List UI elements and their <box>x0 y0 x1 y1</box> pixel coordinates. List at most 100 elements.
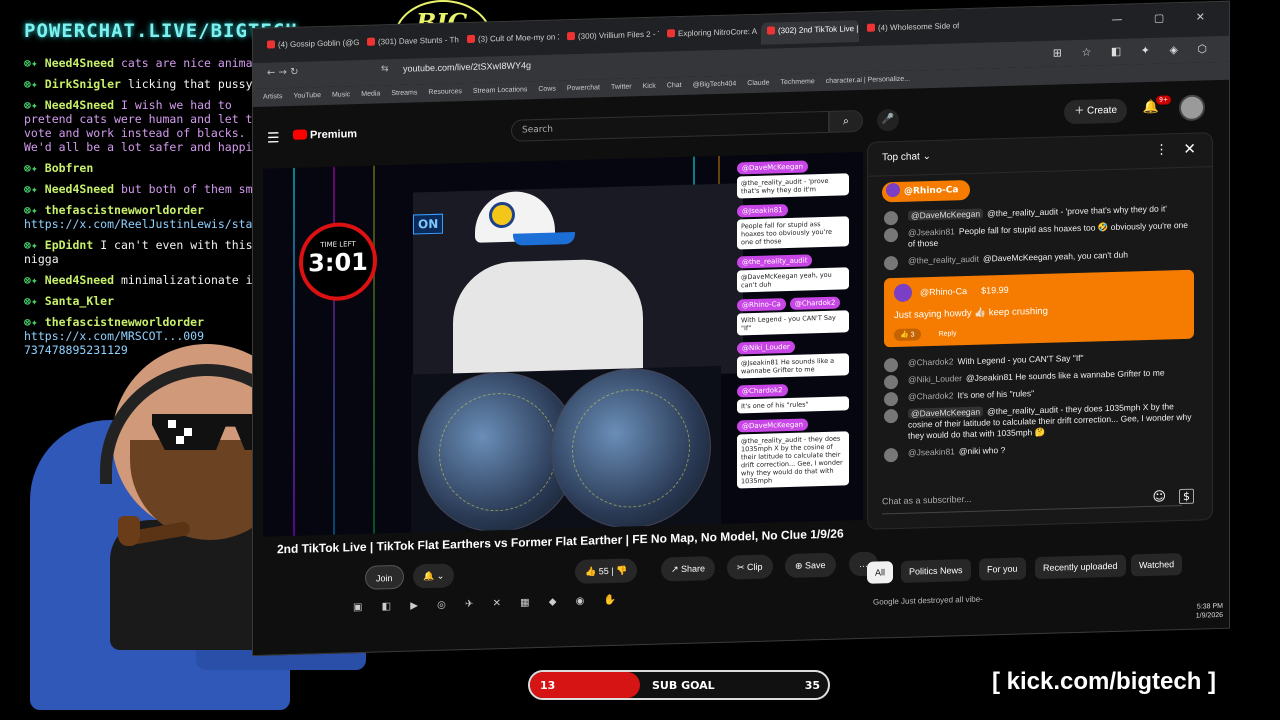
overlay-chat: ⊗✦ Need4Sneed cats are nice animals ⊗✦ Di… <box>24 56 412 364</box>
avatar[interactable] <box>884 447 898 463</box>
tab-label: (302) 2nd TikTok Live | TikT <box>778 24 859 36</box>
chat-author[interactable]: @DaveMcKeegan <box>908 208 984 221</box>
url-field[interactable]: youtube.com/live/2tSXwI8WY4g <box>403 60 531 74</box>
bookmark-item[interactable]: Powerchat <box>567 84 600 92</box>
bookmark-item[interactable]: Twitter <box>611 83 632 91</box>
video-player[interactable]: TIME LEFT 3:01 ON @DaveMcKeegan @the_real… <box>263 151 863 537</box>
top-chat-dropdown[interactable]: Top chat ⌄ <box>882 151 931 163</box>
bookmark-item[interactable]: Kick <box>643 83 656 90</box>
menu-icon[interactable]: ☰ <box>267 130 280 146</box>
close-icon[interactable]: ✕ <box>1183 140 1196 158</box>
extension-icons[interactable]: ⊞ ☆ ◧ ✦ ◈ ⬡ <box>1053 42 1215 60</box>
overlay-chat-text: licking that pussy <box>127 77 253 91</box>
bookmark-item[interactable]: Claude <box>747 80 769 88</box>
clip-button[interactable]: ✂ Clip <box>727 554 773 580</box>
avatar[interactable] <box>884 408 898 424</box>
create-button[interactable]: ＋ Create <box>1064 98 1127 125</box>
chat-author[interactable]: @Chardok2 <box>908 356 953 367</box>
video-chat-user: @Niki_Louder <box>737 340 795 355</box>
sub-goal-label: SUB GOAL <box>652 679 715 692</box>
chat-author[interactable]: @Chardok2 <box>908 390 953 401</box>
overlay-chat-user: EpDidnt <box>44 238 94 252</box>
like-button[interactable]: 👍 55 | 👎 <box>575 558 638 584</box>
filter-chip[interactable]: For you <box>979 557 1026 581</box>
bookmark-item[interactable]: Resources <box>428 88 461 96</box>
browser-tab[interactable]: (302) 2nd TikTok Live | TikT <box>761 20 859 45</box>
search-icon[interactable]: ⌕ <box>829 109 863 133</box>
super-chat-icon[interactable]: $ <box>1179 488 1194 505</box>
browser-tab[interactable]: (3) Cult of Moe-my on X: "PRLIAR <box>461 28 559 53</box>
notify-bell-icon[interactable]: 🔔 ⌄ <box>413 563 455 589</box>
filter-chip[interactable]: Politics News <box>901 558 971 583</box>
chat-author[interactable]: @Niki_Louder <box>908 373 962 385</box>
avatar[interactable] <box>884 391 898 407</box>
bookmark-item[interactable]: YouTube <box>293 92 321 100</box>
filter-chip[interactable]: All <box>867 561 894 584</box>
pinned-supporter[interactable]: @Rhino-Ca <box>882 179 971 203</box>
video-chat-text: @the_reality_audit - 'prove that's why t… <box>737 173 849 199</box>
avatar[interactable] <box>884 227 898 243</box>
chat-input[interactable]: Chat as a subscriber... <box>882 484 1182 515</box>
search-input[interactable]: Search <box>511 110 829 142</box>
chat-message-list[interactable]: @DaveMcKeegan @the_reality_audit - 'prove… <box>868 199 1212 477</box>
bookmark-item[interactable]: Music <box>332 91 350 99</box>
overlay-chat-message: ⊗✦ Bobfren <box>24 161 274 175</box>
bookmark-item[interactable]: character.ai | Personalize... <box>826 76 910 85</box>
browser-tab[interactable]: (4) Wholesome Side of X on X: "I <box>861 17 959 42</box>
share-button[interactable]: ↗ Share <box>661 556 716 582</box>
browser-tab[interactable]: Exploring NitroCore: A Century of <box>661 23 759 48</box>
superchat-text: Just saying howdy 👍🏻 keep crushing <box>894 305 1048 322</box>
bookmark-item[interactable]: Chat <box>667 82 682 89</box>
bookmark-item[interactable]: Stream Locations <box>473 86 527 95</box>
browser-tab[interactable]: (301) Dave Stunts - The Cup (Off <box>361 31 459 56</box>
nav-arrows-icon[interactable]: ← → ↻ <box>267 67 299 79</box>
tab-favicon-icon <box>467 34 475 43</box>
next-video-title[interactable]: Google Just destroyed all vibe- <box>873 595 983 607</box>
avatar[interactable] <box>884 357 898 373</box>
video-chat-text: @Jseakin81 He sounds like a wannabe Grif… <box>737 353 849 379</box>
streamer-hoodie <box>453 258 643 384</box>
bookmark-item[interactable]: Media <box>361 90 380 98</box>
window-controls[interactable]: — ▢ ✕ <box>1111 10 1219 26</box>
join-button[interactable]: Join <box>365 564 404 590</box>
live-chat-panel: Top chat ⌄ ⋮ ✕ @Rhino-Ca @DaveMcKeegan @t… <box>867 132 1213 530</box>
overlay-chat-user: DirkSnigler <box>44 77 121 91</box>
more-vert-icon[interactable]: ⋮ <box>1155 142 1168 157</box>
filter-chip[interactable]: Watched <box>1131 553 1183 577</box>
badge-icons: ⊗✦ <box>24 238 45 252</box>
superchat-message: @Rhino-Ca $19.99 Just saying howdy 👍🏻 ke… <box>884 269 1194 348</box>
chat-text: @the_reality_audit - 'prove that's why t… <box>987 203 1167 219</box>
chat-author[interactable]: @the_reality_audit <box>908 254 979 266</box>
avatar[interactable] <box>884 255 898 271</box>
browser-tab[interactable]: (300) Vrillium Files 2 - The extrem <box>561 26 659 51</box>
taskbar-icons[interactable]: ▣ ◧ ▶ ◎ ✈ ✕ ▦ ◆ ◉ ✋ <box>353 595 624 614</box>
tab-label: (300) Vrillium Files 2 - The extrem <box>578 29 659 41</box>
chat-author[interactable]: @Jseakin81 <box>908 446 955 457</box>
bookmark-item[interactable]: Artists <box>263 93 282 101</box>
bookmark-item[interactable]: Streams <box>391 89 417 97</box>
save-button[interactable]: ⊕ Save <box>785 552 836 579</box>
tab-label: Exploring NitroCore: A Century of <box>678 26 759 39</box>
browser-tab[interactable]: (4) Gossip Goblin (@Gossip_Gobl <box>261 34 359 59</box>
chat-author[interactable]: @Jseakin81 <box>908 226 955 237</box>
kick-url: [ kick.com/bigtech ] <box>992 668 1217 695</box>
pipe-bowl <box>118 516 140 546</box>
avatar[interactable] <box>884 210 898 226</box>
tab-favicon-icon <box>767 26 775 35</box>
avatar[interactable] <box>884 374 898 390</box>
emoji-icon[interactable]: ☺ <box>1152 489 1166 504</box>
filter-chip[interactable]: Recently uploaded <box>1035 554 1126 580</box>
bookmark-item[interactable]: Techmeme <box>780 78 814 86</box>
bookmark-item[interactable]: @BigTech404 <box>693 80 737 88</box>
reply-button[interactable]: Reply <box>939 330 957 338</box>
badge-icons: ⊗✦ <box>24 294 45 308</box>
mic-icon[interactable]: 🎤 <box>877 108 899 132</box>
chat-text: @DaveMcKeegan yeah, you can't duh <box>983 249 1128 264</box>
overlay-chat-user: Santa_Kler <box>44 294 115 308</box>
superchat-like-button[interactable]: 👍 3 <box>894 328 921 342</box>
chat-author[interactable]: @DaveMcKeegan <box>908 406 984 419</box>
bookmark-item[interactable]: Cows <box>538 86 556 93</box>
youtube-logo[interactable]: Premium <box>293 128 357 142</box>
avatar[interactable] <box>1179 94 1205 122</box>
site-info-icon[interactable]: ⇆ <box>381 64 389 74</box>
